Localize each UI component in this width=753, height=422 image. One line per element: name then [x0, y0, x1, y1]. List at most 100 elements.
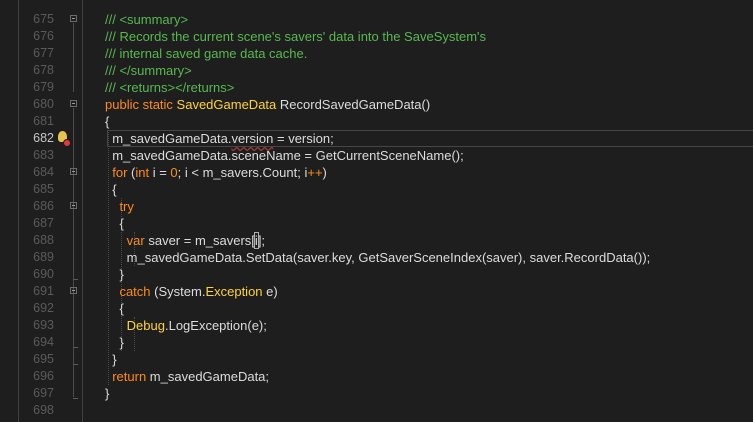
code-token: /// <returns></returns> [105, 80, 235, 95]
code-line[interactable]: /// </summary> [105, 62, 192, 79]
code-line[interactable]: { [105, 215, 124, 232]
code-token: m_savedGameData. [105, 131, 232, 146]
code-line[interactable]: m_savedGameData.version = version; [105, 130, 334, 147]
line-number: 694 [33, 335, 54, 349]
line-number: 687 [33, 216, 54, 230]
line-number: 686 [33, 199, 54, 213]
code-token: = version; [273, 131, 334, 146]
line-number: 676 [33, 29, 54, 43]
code-token: ) [322, 165, 327, 180]
code-token: m_savedGameData.sceneName = GetCurrentSc… [105, 148, 464, 163]
code-token: { [105, 216, 124, 231]
fold-region-line [73, 108, 74, 397]
code-line[interactable]: { [105, 181, 117, 198]
code-token: int [135, 165, 150, 180]
line-number: 689 [33, 250, 54, 264]
line-number: 697 [33, 386, 54, 400]
fold-end-mark [73, 364, 78, 365]
code-token: return [105, 369, 147, 384]
line-number: 679 [33, 80, 54, 94]
code-token: } [105, 335, 124, 350]
code-token: m_savedGameData.SetData(saver.key, GetSa… [105, 250, 651, 265]
code-line[interactable]: /// Records the current scene's savers' … [105, 28, 486, 45]
code-token: catch [105, 284, 151, 299]
code-token: try [105, 199, 134, 214]
line-number: 678 [33, 63, 54, 77]
line-number: 698 [33, 403, 54, 417]
code-token: ; i < m_savers.Count; i [177, 165, 308, 180]
code-token: } [105, 386, 110, 401]
code-token: (System. [150, 284, 206, 299]
code-editor[interactable]: 675 676 677 678 679 680 681 682 683 684 685 686 687 6… [0, 0, 753, 422]
code-token: } [105, 267, 124, 282]
code-token: ++ [307, 165, 323, 180]
code-line[interactable]: return m_savedGameData; [105, 368, 269, 385]
code-line[interactable]: public static SavedGameData RecordSavedG… [105, 96, 430, 113]
code-token: m_savedGameData; [146, 369, 270, 384]
code-line[interactable]: try [105, 198, 134, 215]
gutter-separator [82, 0, 83, 422]
code-line[interactable]: /// internal saved game data cache. [105, 45, 307, 62]
code-line[interactable]: { [105, 300, 124, 317]
code-line[interactable]: { [105, 113, 109, 130]
line-number: 685 [33, 182, 54, 196]
line-number: 695 [33, 352, 54, 366]
line-number: 688 [33, 233, 54, 247]
line-number: 680 [33, 97, 54, 111]
code-token: /// </summary> [105, 63, 192, 78]
code-line[interactable]: } [105, 351, 117, 368]
code-token: { [105, 114, 110, 129]
code-line[interactable]: catch (System.Exception e) [105, 283, 278, 300]
code-line[interactable]: m_savedGameData.sceneName = GetCurrentSc… [105, 147, 464, 164]
code-line[interactable]: m_savedGameData.SetData(saver.key, GetSa… [105, 249, 651, 266]
code-token: .LogException(e); [164, 318, 267, 333]
line-number: 684 [33, 165, 54, 179]
code-token: /// internal saved game data cache. [105, 46, 308, 61]
code-line[interactable]: var saver = m_savers[i]; [105, 232, 265, 249]
line-number: 677 [33, 46, 54, 60]
line-number: 682 [33, 131, 54, 145]
code-line[interactable]: /// <summary> [105, 11, 188, 28]
line-number: 693 [33, 318, 54, 332]
code-token: saver = m_savers[ [144, 233, 255, 248]
code-token: /// Records the current scene's savers' … [105, 29, 487, 44]
fold-end-mark [73, 279, 78, 280]
fold-toggle-catch[interactable] [70, 287, 77, 294]
line-number: 675 [33, 12, 54, 26]
fold-end-mark [73, 347, 78, 348]
code-line[interactable]: /// <returns></returns> [105, 79, 234, 96]
code-token: Debug [105, 318, 165, 333]
code-token: } [105, 352, 117, 367]
fold-region-line [73, 23, 74, 92]
line-number: 690 [33, 267, 54, 281]
code-token: { [105, 301, 124, 316]
code-token: { [105, 182, 117, 197]
line-number: 692 [33, 301, 54, 315]
code-line[interactable]: } [105, 266, 124, 283]
code-token: version [231, 131, 274, 146]
code-line[interactable]: } [105, 385, 109, 402]
code-token: public static [105, 97, 177, 112]
fold-end-mark [73, 398, 78, 399]
code-line[interactable]: for (int i = 0; i < m_savers.Count; i++) [105, 164, 327, 181]
code-token: for [105, 165, 128, 180]
code-token: RecordSavedGameData() [276, 97, 431, 112]
code-token: Exception [205, 284, 263, 299]
code-token: 0 [170, 165, 178, 180]
line-number: 696 [33, 369, 54, 383]
fold-toggle-try[interactable] [70, 202, 77, 209]
code-token: i = [149, 165, 171, 180]
code-token: SavedGameData [176, 97, 277, 112]
fold-toggle-summary[interactable] [70, 15, 77, 22]
code-token: ]; [257, 233, 266, 248]
code-token: e) [262, 284, 278, 299]
line-number: 691 [33, 284, 54, 298]
code-line[interactable]: Debug.LogException(e); [105, 317, 267, 334]
error-dot-icon [63, 139, 71, 147]
line-number: 681 [33, 114, 54, 128]
fold-toggle-method[interactable] [70, 100, 77, 107]
code-token: var [105, 233, 145, 248]
code-line[interactable]: } [105, 334, 124, 351]
line-number: 683 [33, 148, 54, 162]
fold-toggle-for[interactable] [70, 168, 77, 175]
